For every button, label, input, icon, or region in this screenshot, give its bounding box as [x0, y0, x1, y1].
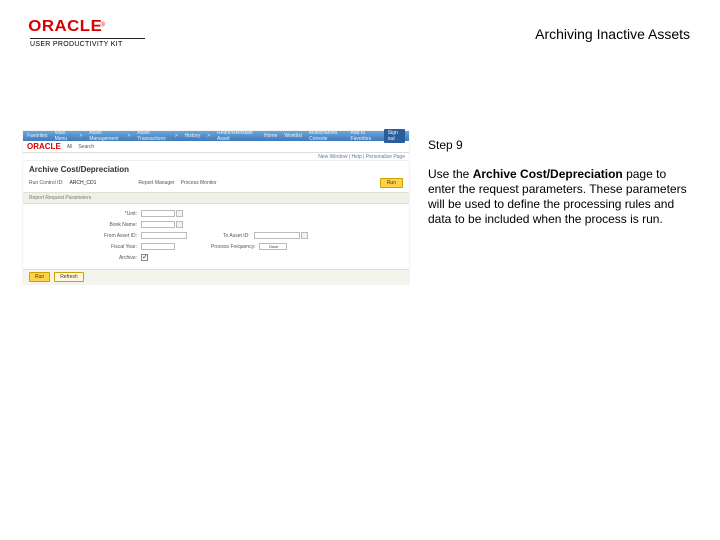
book-label: Book Name: — [23, 222, 141, 228]
instruction-body: Use the Archive Cost/Depreciation page t… — [428, 167, 688, 227]
brand: ORACLE® USER PRODUCTIVITY KIT — [30, 18, 145, 48]
page-title: Archiving Inactive Assets — [535, 26, 690, 42]
runctl-label: Run Control ID: — [29, 180, 63, 186]
nav-history[interactable]: History — [185, 133, 201, 139]
process-freq-label: Process Frequency: — [211, 244, 259, 250]
nav-sep: > — [79, 133, 82, 139]
app-page-title: Archive Cost/Depreciation — [23, 161, 409, 176]
report-params-header: Report Request Parameters — [23, 192, 409, 204]
book-lookup-icon[interactable] — [176, 221, 183, 228]
app-logo: ORACLE — [27, 142, 61, 151]
tab-all[interactable]: All — [67, 144, 73, 150]
link-mcl[interactable]: Multichannel Console — [309, 130, 343, 142]
row-archive: Archive: — [23, 252, 409, 263]
unit-lookup-icon[interactable] — [176, 210, 183, 217]
nav-sep: > — [175, 133, 178, 139]
instruction-pre: Use the — [428, 167, 473, 181]
run-button-top[interactable]: Run — [380, 178, 403, 188]
archive-checkbox[interactable] — [141, 254, 148, 261]
request-params-form: *Unit: Book Name: From Asset ID: To Asse… — [23, 204, 409, 269]
tab-search[interactable]: Search — [78, 144, 94, 150]
app-footer: Run Refresh — [23, 269, 409, 284]
app-screenshot: Favorites Main Menu > Asset Management >… — [22, 130, 410, 285]
row-unit: *Unit: — [23, 208, 409, 219]
nav-at[interactable]: Asset Transactions — [137, 130, 167, 142]
book-input[interactable] — [141, 221, 175, 228]
row-asset: From Asset ID: To Asset ID: — [23, 230, 409, 241]
unit-input[interactable] — [141, 210, 175, 217]
brand-sub: USER PRODUCTIVITY KIT — [30, 41, 145, 48]
to-asset-label: To Asset ID: — [223, 233, 254, 239]
row-fy: Fiscal Year: Process Frequency: Once — [23, 241, 409, 252]
from-asset-input[interactable] — [141, 232, 187, 239]
app-subheader: ORACLE All Search — [23, 141, 409, 153]
brand-name: ORACLE — [28, 18, 102, 36]
to-asset-input[interactable] — [254, 232, 300, 239]
nav-sep: > — [207, 133, 210, 139]
app-header: Favorites Main Menu > Asset Management >… — [23, 131, 409, 141]
nav-am[interactable]: Asset Management — [89, 130, 120, 142]
report-manager-link[interactable]: Report Manager — [138, 180, 174, 186]
from-asset-label: From Asset ID: — [23, 233, 141, 239]
fy-input[interactable] — [141, 243, 175, 250]
step-label: Step 9 — [428, 138, 688, 153]
nav-sep: > — [127, 133, 130, 139]
runctl-value: ARCH_CD1 — [69, 180, 96, 186]
nav-retire[interactable]: Retire/Reinstate Asset — [217, 130, 253, 142]
unit-label: *Unit: — [23, 211, 141, 217]
refresh-button[interactable]: Refresh — [54, 272, 84, 282]
utility-links[interactable]: New Window | Help | Personalize Page — [23, 153, 409, 161]
nav-favorites[interactable]: Favorites — [27, 133, 48, 139]
nav-mainmenu[interactable]: Main Menu — [55, 130, 73, 142]
run-control-row: Run Control ID: ARCH_CD1 Report Manager … — [23, 176, 409, 192]
link-home[interactable]: Home — [264, 133, 277, 139]
run-button-bottom[interactable]: Run — [29, 272, 50, 282]
archive-label: Archive: — [23, 255, 141, 261]
link-worklist[interactable]: Worklist — [284, 133, 302, 139]
process-monitor-link[interactable]: Process Monitor — [181, 180, 217, 186]
brand-rule — [30, 38, 145, 39]
instruction-bold: Archive Cost/Depreciation — [473, 167, 623, 181]
process-freq-select[interactable]: Once — [259, 243, 287, 250]
signout-button[interactable]: Sign out — [384, 129, 405, 143]
instruction-panel: Step 9 Use the Archive Cost/Depreciation… — [428, 138, 688, 227]
link-fav[interactable]: Add to Favorites — [351, 130, 377, 142]
fy-label: Fiscal Year: — [23, 244, 141, 250]
row-book: Book Name: — [23, 219, 409, 230]
to-asset-lookup-icon[interactable] — [301, 232, 308, 239]
